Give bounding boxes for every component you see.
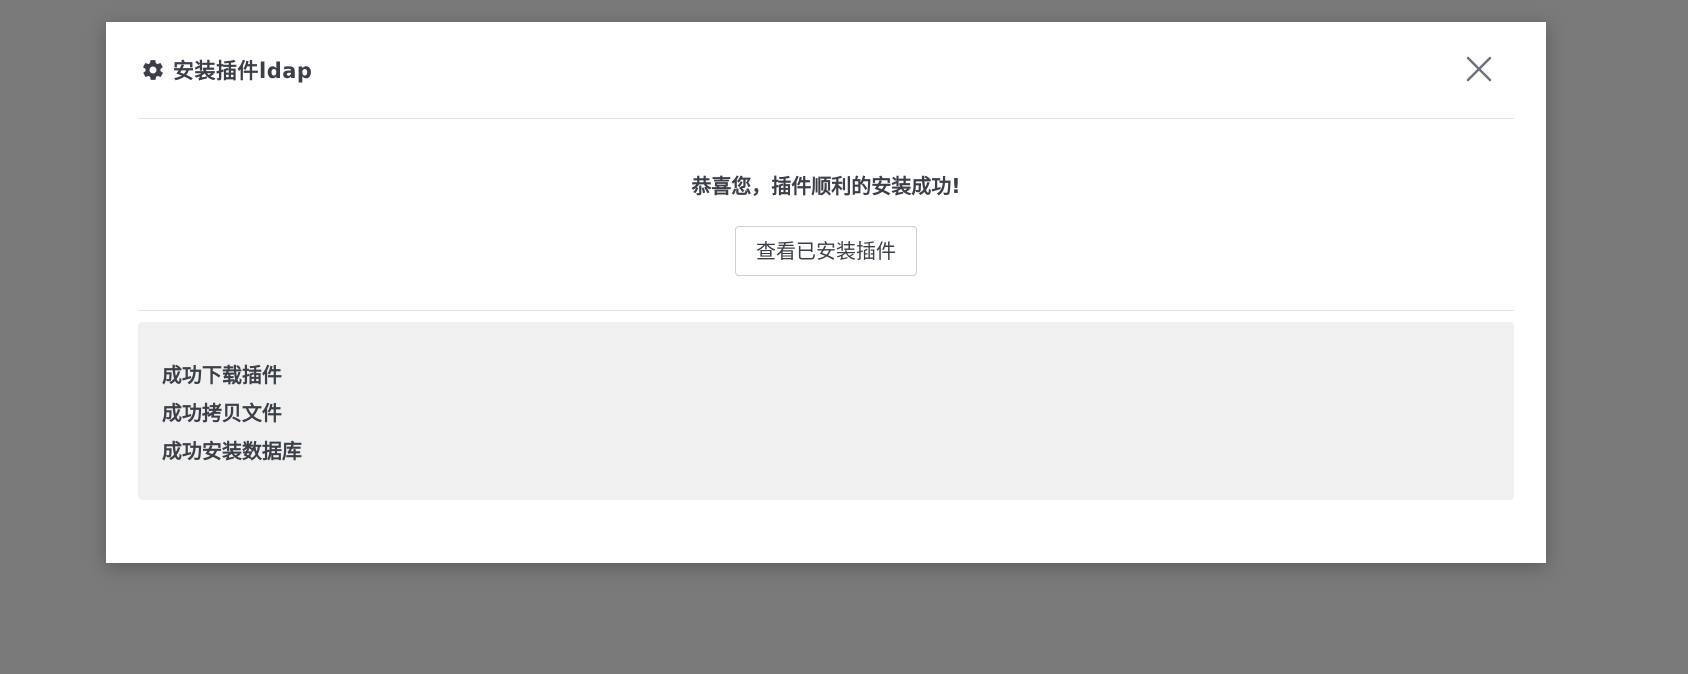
- success-message: 恭喜您，插件顺利的安装成功!: [691, 174, 961, 198]
- view-installed-plugins-button[interactable]: 查看已安装插件: [735, 226, 917, 276]
- install-plugin-dialog: 安装插件ldap 恭喜您，插件顺利的安装成功! 查看已安装插件 成功下载插件 成…: [106, 22, 1546, 563]
- log-line-database: 成功安装数据库: [162, 439, 302, 463]
- gear-icon: [143, 60, 163, 80]
- close-button[interactable]: [1464, 54, 1494, 84]
- dialog-title-group: 安装插件ldap: [141, 55, 312, 85]
- success-section: 恭喜您，插件顺利的安装成功! 查看已安装插件: [138, 119, 1514, 311]
- dialog-title: 安装插件ldap: [173, 59, 313, 83]
- log-line-download: 成功下载插件: [162, 363, 282, 387]
- log-line-copy: 成功拷贝文件: [162, 401, 282, 425]
- install-log: 成功下载插件 成功拷贝文件 成功安装数据库: [138, 322, 1514, 500]
- dialog-header: 安装插件ldap: [138, 22, 1514, 119]
- close-icon: [1466, 56, 1492, 82]
